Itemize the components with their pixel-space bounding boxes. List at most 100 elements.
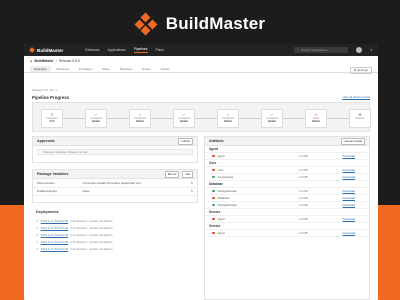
deployment-version-link[interactable]: 5.6.0-ci-3 • 5.6.0-ci.18: [41, 226, 68, 230]
deployment-detail: to Production • Jenkins, Deadlines: [70, 225, 113, 230]
view-all-deployments-link[interactable]: view all deployments: [342, 95, 370, 99]
manual-upload-button[interactable]: manual upload: [340, 137, 365, 145]
artifact-group-header: Service: [205, 223, 369, 230]
pipeline-stage[interactable]: ✓ Completed Details: [173, 109, 195, 128]
edit-icon[interactable]: ✎: [186, 179, 197, 188]
artifact-name: Agent: [217, 154, 225, 158]
deployment-detail: to Production • Jenkins, Deadlines: [70, 218, 113, 223]
table-row: ChangeScripter 2.4 MB Download: [205, 188, 369, 195]
tab-assets[interactable]: Assets: [157, 66, 174, 72]
deployments-title: Deployments: [36, 210, 59, 214]
artifact-name: Agent: [217, 217, 225, 221]
app-window: BuildMaster Releases Applications Pipeli…: [24, 44, 378, 300]
download-link[interactable]: Download: [343, 203, 355, 207]
artifact-name: Database: [217, 196, 230, 200]
stage-status: Details: [268, 120, 276, 123]
table-row: EnableAnalytics False ✎: [33, 187, 197, 196]
artifact-name: Agent: [217, 231, 225, 235]
table-row: Database 2.4 MB Download: [205, 195, 369, 202]
status-dot-icon: [212, 196, 215, 200]
deployment-version-link[interactable]: 5.6.0-ci-3 • 5.6.0-ci.18: [41, 240, 68, 244]
buildmaster-logo-icon: [134, 12, 158, 36]
tab-packages[interactable]: Packages: [75, 66, 96, 72]
nav-link-plans[interactable]: Plans: [156, 48, 164, 52]
deployment-version-link[interactable]: 5.6.0-ci-3 • 5.6.0-ci.18: [41, 247, 68, 251]
stage-status: Details: [224, 120, 232, 123]
table-row: Agent 2.4 MB Download: [205, 230, 369, 237]
nav-brand[interactable]: BuildMaster: [29, 47, 63, 53]
download-link[interactable]: Download: [343, 168, 355, 172]
check-icon: ✓: [36, 218, 39, 223]
edit-icon[interactable]: ✎: [186, 187, 197, 196]
artifact-size: 2.4 MB: [298, 203, 308, 207]
artifact-size: 2.4 MB: [298, 196, 308, 200]
search-icon: ⌕: [297, 48, 300, 52]
add-variable-button[interactable]: add: [182, 170, 193, 178]
artifact-size: 2.4 MB: [298, 231, 308, 235]
check-icon: ✓: [36, 225, 39, 230]
stage-status: Details: [180, 120, 188, 123]
chevron-down-icon[interactable]: ▾: [370, 48, 372, 52]
pipeline-stage[interactable]: ✓ Completed Details: [217, 109, 239, 128]
approvals-refresh-button[interactable]: refresh: [178, 137, 193, 145]
pipeline-stage[interactable]: ✓ Completed Details: [85, 109, 107, 128]
artifact-size: 2.4 MB: [298, 168, 308, 172]
avatar[interactable]: [356, 47, 363, 53]
tab-pipelines[interactable]: Pipelines: [116, 66, 136, 72]
download-link[interactable]: Download: [343, 189, 355, 193]
download-link[interactable]: Download: [343, 196, 355, 200]
tab-overview[interactable]: Overview: [30, 65, 51, 72]
pipeline-stage[interactable]: ⊕ Release: [349, 109, 371, 128]
hero-header: BuildMaster: [0, 10, 400, 38]
approval-row-text: Released candidate • Release Interval: [43, 150, 88, 154]
app-diamond-icon: ◆: [30, 58, 33, 63]
settings-button[interactable]: ⚙ Settings: [349, 66, 372, 74]
approvals-header: Approvals refresh: [33, 137, 197, 146]
tab-releases[interactable]: Releases: [53, 66, 74, 72]
status-dot-icon: [212, 217, 215, 221]
stage-status: Details: [136, 120, 144, 123]
table-row: ChangeScripter 2.4 MB Download: [205, 202, 369, 209]
nav-link-applications[interactable]: Applications: [107, 48, 125, 52]
tab-issues[interactable]: Issues: [138, 66, 155, 72]
artifacts-list: Agent Agent 2.4 MB Download Core Core 2.4 MB Do…: [205, 146, 369, 237]
variable-value: False: [78, 187, 187, 196]
status-dot-icon: [212, 154, 215, 158]
status-dot-icon: [212, 231, 215, 235]
pipeline-title: Pipeline Progress: [32, 95, 70, 100]
check-icon: ✓: [36, 232, 39, 237]
pipeline-stage[interactable]: ⚠ Failed Details: [305, 109, 327, 128]
download-link[interactable]: Download: [343, 217, 355, 221]
tab-plans[interactable]: Plans: [98, 66, 114, 72]
check-icon: ✓: [36, 239, 39, 244]
artifacts-title: Artifacts: [209, 139, 224, 143]
stage-name: Release: [355, 117, 365, 120]
deployment-version-link[interactable]: 5.6.0-ci-3 • 5.6.0-ci.18: [41, 233, 68, 237]
edit-all-button[interactable]: Edit All: [164, 170, 180, 178]
deployments-section: Deployments ✓ 5.6.0-ci-3 • 5.6.0-ci.18 to …: [32, 210, 198, 252]
list-item: ✓ 5.6.0-ci-3 • 5.6.0-ci.18 to Production •…: [32, 231, 198, 238]
pipeline-stage[interactable]: ✓ Completed Details: [261, 109, 283, 128]
download-link[interactable]: Download: [343, 231, 355, 235]
nav-link-pipelines[interactable]: Pipelines: [133, 47, 148, 53]
pipeline-stage[interactable]: ≡ Integration 5.6.0: [41, 109, 63, 128]
deployment-version-link[interactable]: 5.6.0-ci-3 • 5.6.0-ci.18: [41, 219, 68, 223]
settings-label: Settings: [357, 68, 368, 72]
list-item: ✓ 5.6.0-ci-3 • 5.6.0-ci.18 to Production •…: [32, 238, 198, 245]
download-link[interactable]: Download: [343, 175, 355, 179]
artifact-name: ChangeScripter: [217, 189, 238, 193]
hero-title: BuildMaster: [165, 14, 266, 33]
breadcrumb-app[interactable]: BuildMaster: [34, 59, 53, 63]
artifact-name: CoreHosting: [217, 175, 234, 179]
nav-link-releases[interactable]: Releases: [85, 48, 99, 52]
artifact-group-header: Core: [205, 160, 369, 167]
search-input[interactable]: ⌕ Search applications...: [294, 47, 349, 53]
pipeline-progress: ≡ Integration 5.6.0 ✓ Completed Details ✓ Compl…: [32, 102, 371, 132]
variables-title: Package Variables: [37, 172, 69, 176]
release-tabs: Overview Releases Packages Plans Pipelin…: [24, 65, 378, 74]
pipeline-stage[interactable]: ✓ Completed Details: [129, 109, 151, 128]
approval-row[interactable]: Released candidate • Release Interval: [37, 149, 193, 155]
deployment-detail: to Production • Jenkins, Deadlines: [70, 232, 113, 237]
download-link[interactable]: Download: [343, 154, 355, 158]
breadcrumb-separator: ›: [55, 58, 57, 63]
